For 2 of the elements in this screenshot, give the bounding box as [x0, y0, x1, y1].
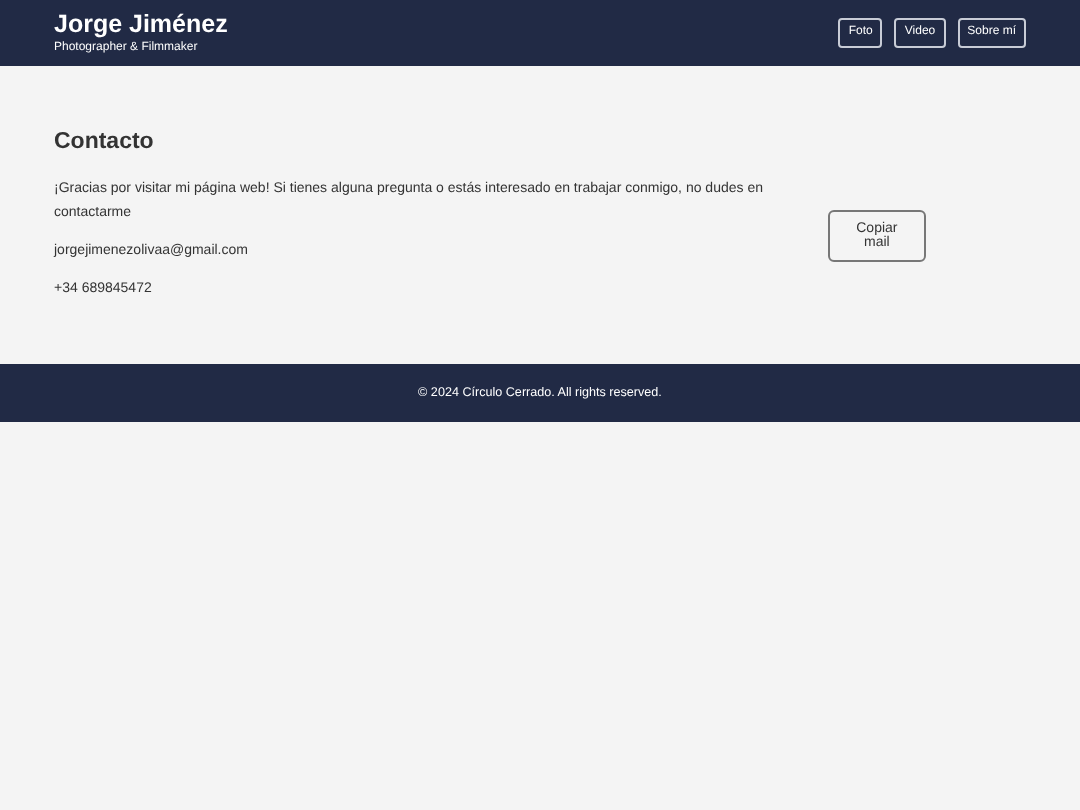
site-title: Jorge Jiménez [54, 9, 228, 39]
section-heading: Contacto [54, 130, 156, 154]
